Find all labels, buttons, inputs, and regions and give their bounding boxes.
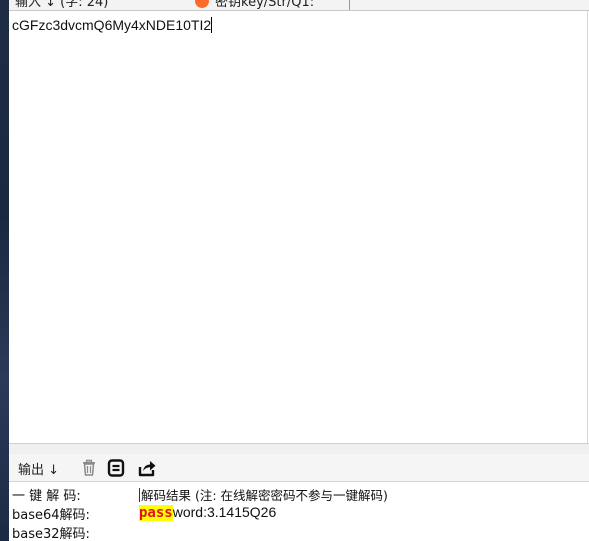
- copy-icon[interactable]: [106, 458, 126, 478]
- highlighted-match: pass: [139, 505, 173, 521]
- output-row-base64: base64解码: password:3.1415Q26: [12, 504, 582, 523]
- output-label: 输出 ↓: [18, 463, 60, 478]
- row-name: base64解码:: [12, 508, 90, 523]
- output-panel[interactable]: 一 键 解 码: 解码结果 (注: 在线解密密码不参与一键解码) base64解…: [9, 482, 589, 541]
- key-icon[interactable]: [195, 0, 209, 8]
- input-toolbar: 输入 ↓ (字: 24) 密钥key/Str/Q1:: [9, 0, 589, 11]
- output-toolbar: 输出 ↓: [9, 454, 589, 482]
- decoder-window: 输入 ↓ (字: 24) 密钥key/Str/Q1: cGFzc3dvcmQ6M…: [0, 0, 589, 541]
- value-separator: [139, 488, 140, 502]
- row-value[interactable]: password:3.1415Q26: [139, 504, 276, 521]
- row-name: base32解码:: [12, 527, 90, 541]
- desktop-background-strip: [0, 0, 9, 541]
- key-label[interactable]: 密钥key/Str/Q1:: [215, 0, 314, 10]
- input-label: 输入 ↓ (字: 24): [15, 0, 109, 10]
- text-caret: [211, 17, 213, 33]
- input-text-line[interactable]: cGFzc3dvcmQ6My4xNDE10TI2: [12, 17, 213, 33]
- row-value[interactable]: 解码结果 (注: 在线解密密码不参与一键解码): [139, 485, 388, 504]
- output-row-base32: base32解码:: [12, 523, 582, 541]
- row-name: 一 键 解 码:: [12, 489, 81, 504]
- base64-result-rest: word:3.1415Q26: [172, 504, 277, 520]
- output-row-onekey: 一 键 解 码: 解码结果 (注: 在线解密密码不参与一键解码): [12, 485, 582, 504]
- trash-icon[interactable]: [79, 458, 99, 478]
- share-icon[interactable]: [137, 458, 157, 478]
- input-textarea[interactable]: cGFzc3dvcmQ6My4xNDE10TI2: [9, 11, 588, 443]
- onekey-result-text: 解码结果 (注: 在线解密密码不参与一键解码): [141, 488, 388, 503]
- toolbar-divider: [349, 0, 350, 10]
- input-value: cGFzc3dvcmQ6My4xNDE10TI2: [12, 17, 212, 33]
